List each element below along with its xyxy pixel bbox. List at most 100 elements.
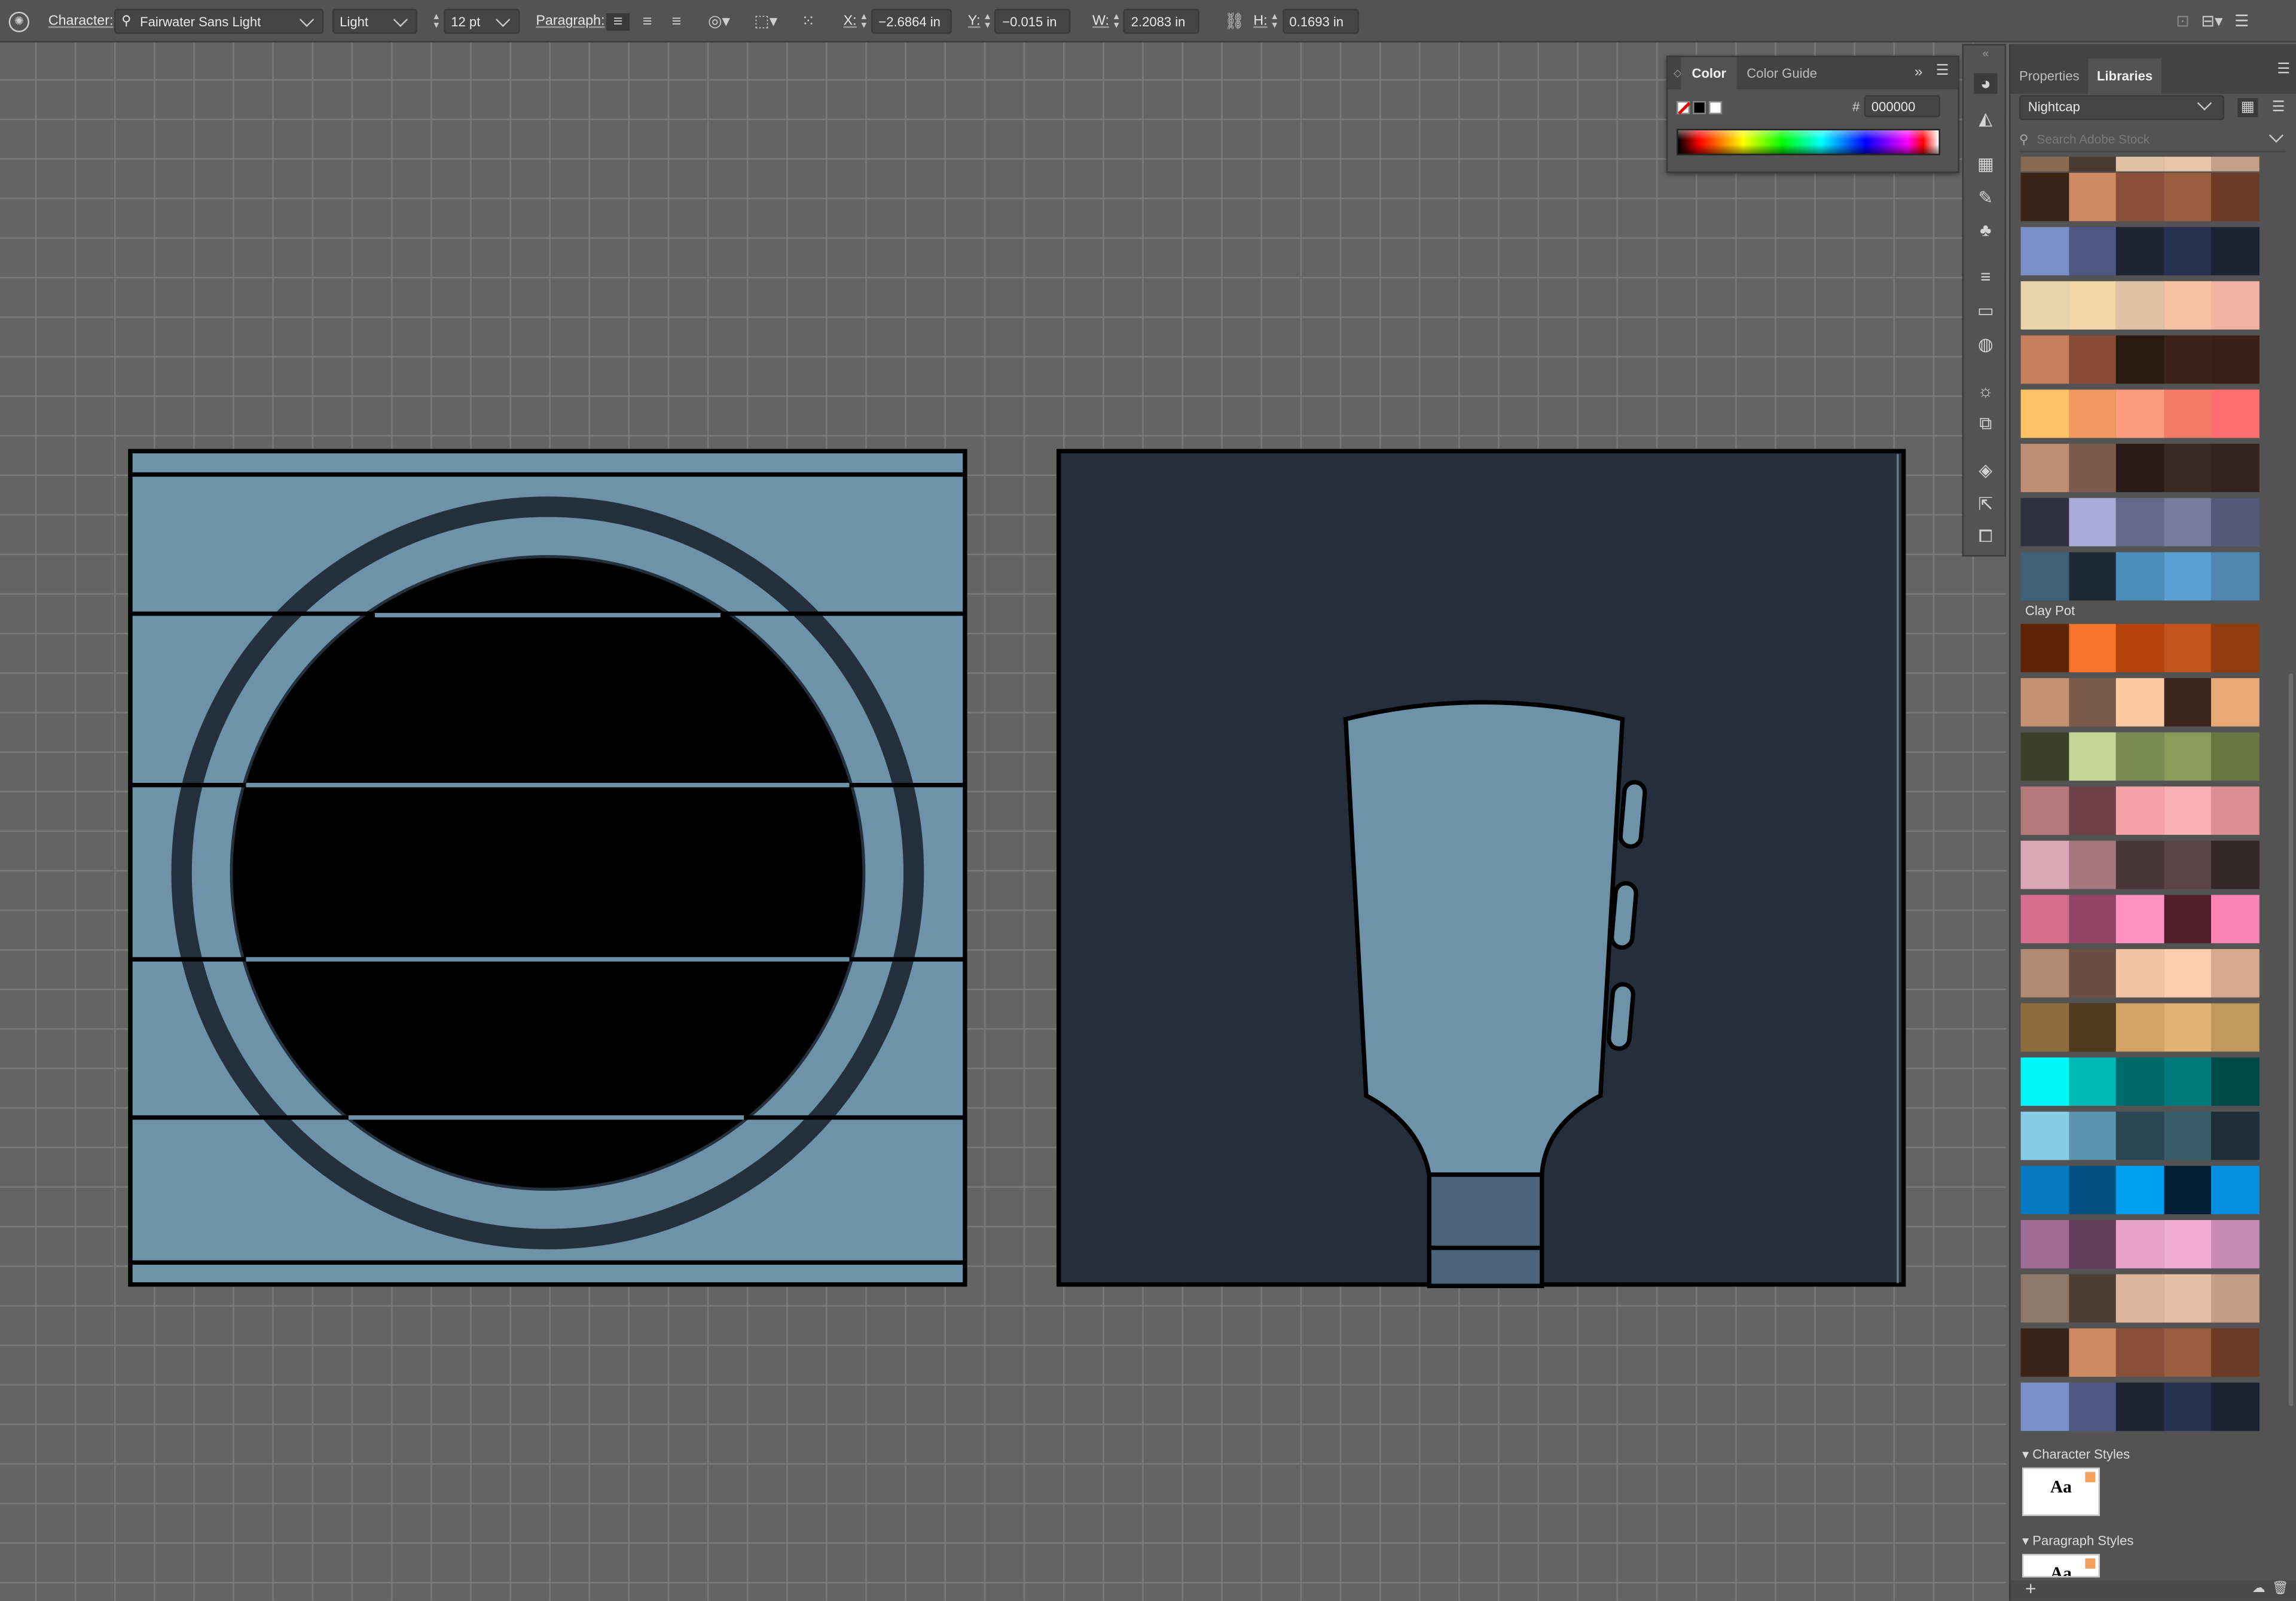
recolor-icon[interactable]: ◎▾	[703, 12, 735, 31]
grid-view-icon[interactable]: ▦	[2237, 98, 2258, 117]
swatch[interactable]	[2116, 678, 2164, 727]
swatch-row[interactable]	[2020, 1057, 2260, 1106]
swatch[interactable]	[2164, 949, 2212, 998]
swatch[interactable]	[2164, 1166, 2212, 1215]
swatch-row[interactable]	[2020, 552, 2260, 601]
swatch[interactable]	[2020, 281, 2069, 330]
swatch[interactable]	[2020, 624, 2069, 673]
swatch[interactable]	[2211, 1166, 2260, 1215]
swatch-row[interactable]	[2020, 1003, 2260, 1052]
font-style-field[interactable]: Light	[332, 8, 417, 34]
swatch[interactable]	[2068, 444, 2117, 492]
swatch[interactable]	[2116, 1003, 2164, 1052]
collapse-icon[interactable]: ◇	[1674, 68, 1681, 79]
character-label[interactable]: Character:	[48, 13, 114, 29]
hex-field[interactable]: 000000	[1864, 95, 1940, 117]
swatch[interactable]	[2116, 786, 2164, 835]
swatch[interactable]	[2116, 1382, 2164, 1431]
swatch[interactable]	[2020, 1057, 2069, 1106]
swatch[interactable]	[2211, 840, 2260, 889]
canvas[interactable]	[0, 42, 2007, 1601]
swatch[interactable]	[2116, 1220, 2164, 1268]
cloud-sync-icon[interactable]: ☁	[2252, 1580, 2266, 1596]
headstock-shape[interactable]	[1343, 700, 1625, 1177]
swatch[interactable]	[2164, 444, 2212, 492]
swatch[interactable]	[2116, 172, 2164, 221]
character-styles-header[interactable]: ▾ Character Styles	[2022, 1447, 2130, 1463]
swatch[interactable]	[2068, 678, 2117, 727]
swatch[interactable]	[2211, 732, 2260, 781]
export-icon[interactable]: ⇱	[1974, 493, 1997, 514]
swatches-icon[interactable]: ▦	[1974, 154, 1997, 174]
swatch[interactable]	[2020, 1111, 2069, 1160]
swatch[interactable]	[2211, 227, 2260, 276]
font-family-field[interactable]: ⚲ Fairwater Sans Light	[114, 8, 324, 34]
y-stepper[interactable]: ▲ ▼	[980, 9, 994, 34]
swatch[interactable]	[2068, 1111, 2117, 1160]
stock-search-input[interactable]: ⚲ Search Adobe Stock	[2019, 128, 2286, 153]
swatch[interactable]	[2020, 949, 2069, 998]
swatch[interactable]	[2211, 335, 2260, 384]
transform-icon[interactable]: ⊡	[2176, 12, 2190, 31]
swatch[interactable]	[2020, 1003, 2069, 1052]
swatch[interactable]	[2116, 732, 2164, 781]
swatch-row[interactable]	[2020, 389, 2260, 438]
swatch-row-partial[interactable]	[2020, 157, 2260, 172]
swatch[interactable]	[2164, 895, 2212, 944]
h-field[interactable]: 0.1693 in	[1282, 8, 1358, 34]
panel-menu-icon[interactable]: ☰	[2277, 62, 2290, 78]
swatch[interactable]	[2068, 895, 2117, 944]
swatch[interactable]	[2164, 1220, 2212, 1268]
swatch[interactable]	[2211, 1003, 2260, 1052]
swatch[interactable]	[2020, 1328, 2069, 1377]
swatch[interactable]	[2164, 678, 2212, 727]
swatch[interactable]	[2211, 444, 2260, 492]
swatch[interactable]	[2211, 786, 2260, 835]
nut-block[interactable]	[1427, 1172, 1544, 1251]
swatch-row[interactable]	[2020, 786, 2260, 835]
collapse-dock-icon[interactable]: «	[1974, 44, 1997, 64]
tab-libraries[interactable]: Libraries	[2088, 58, 2161, 94]
swatch[interactable]	[2020, 895, 2069, 944]
swatch[interactable]	[2164, 335, 2212, 384]
color-spectrum[interactable]	[1677, 129, 1940, 155]
none-swatch-icon[interactable]	[1677, 100, 1690, 115]
swatch[interactable]	[2020, 227, 2069, 276]
swatch[interactable]	[2164, 1274, 2212, 1323]
swatch[interactable]	[2020, 172, 2069, 221]
swatch[interactable]	[2116, 1111, 2164, 1160]
expand-panel-icon[interactable]: »	[1915, 65, 1923, 81]
swatch[interactable]	[2211, 624, 2260, 673]
tuning-peg[interactable]	[1618, 780, 1647, 849]
swatch[interactable]	[2164, 1328, 2212, 1377]
color-guide-icon[interactable]: ◭	[1974, 108, 1997, 129]
swatch[interactable]	[2020, 444, 2069, 492]
swatch[interactable]	[2068, 1057, 2117, 1106]
panel-options-icon[interactable]: ☰	[2234, 12, 2249, 31]
align-right-icon[interactable]: ≡	[665, 13, 688, 30]
appearance-icon[interactable]: ☼	[1974, 381, 1997, 401]
swatch[interactable]	[2211, 498, 2260, 547]
swatch[interactable]	[2068, 172, 2117, 221]
swatch[interactable]	[2068, 335, 2117, 384]
character-style-thumb[interactable]: Aa	[2022, 1467, 2100, 1516]
swatch[interactable]	[2116, 895, 2164, 944]
swatch[interactable]	[2068, 1166, 2117, 1215]
panel-menu-icon[interactable]: ☰	[1936, 63, 1949, 79]
paragraph-style-thumb[interactable]: Aa	[2022, 1554, 2100, 1578]
swatch[interactable]	[2211, 1057, 2260, 1106]
color-panel-icon[interactable]: ◕	[1974, 73, 1998, 94]
swatch[interactable]	[2068, 1220, 2117, 1268]
swatch[interactable]	[2116, 444, 2164, 492]
align-objects-icon[interactable]: ⬚▾	[750, 12, 782, 31]
swatch-row[interactable]	[2020, 1328, 2260, 1377]
swatch[interactable]	[2020, 732, 2069, 781]
h-stepper[interactable]: ▲ ▼	[1268, 9, 1282, 34]
swatch[interactable]	[2116, 624, 2164, 673]
stroke-icon[interactable]: ≡	[1974, 267, 1997, 287]
swatch-row[interactable]	[2020, 1382, 2260, 1431]
swatch[interactable]	[2164, 172, 2212, 221]
swatch[interactable]	[2068, 786, 2117, 835]
swatch[interactable]	[2211, 1382, 2260, 1431]
swatch-row[interactable]	[2020, 949, 2260, 998]
